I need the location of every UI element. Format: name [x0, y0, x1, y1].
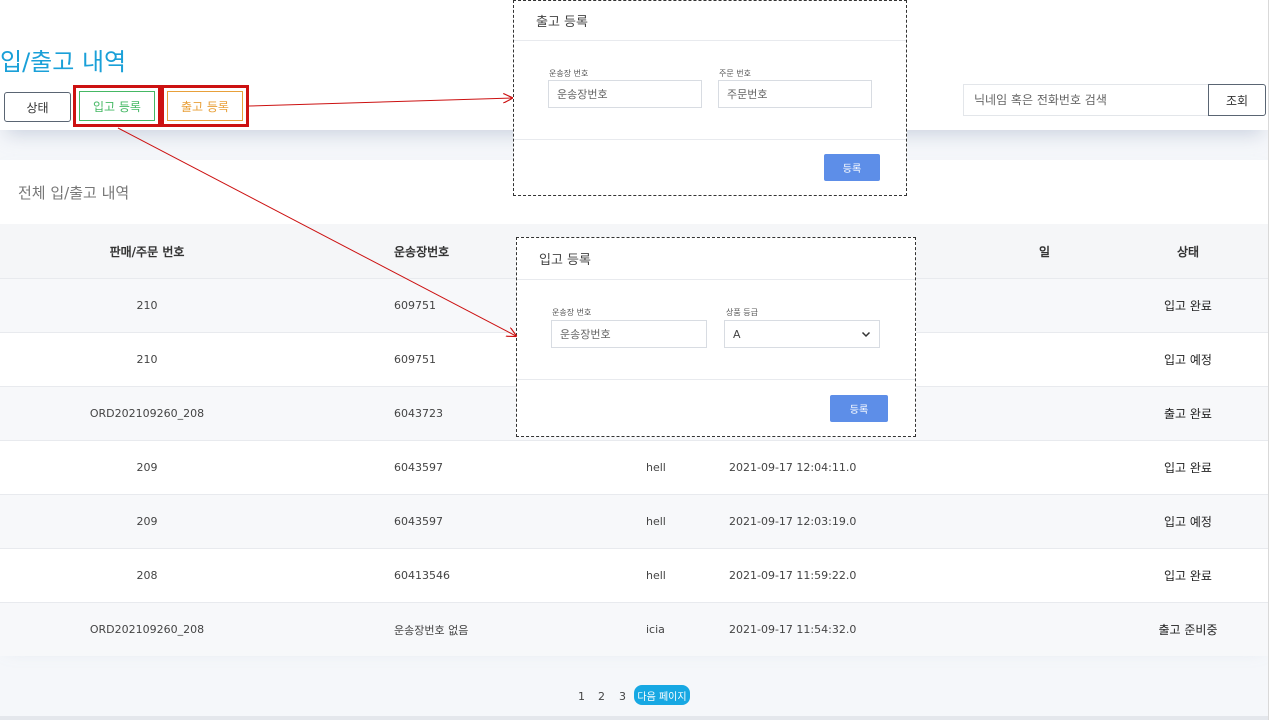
order-cell: 208 [0, 548, 294, 603]
order-cell: 209 [0, 494, 294, 549]
inbound-highlight-box [73, 85, 161, 127]
page-3-link[interactable]: 3 [619, 686, 626, 706]
inbound-modal-title: 입고 등록 [517, 238, 915, 280]
order-cell: ORD202109260_208 [0, 386, 294, 441]
table-row[interactable]: ORD202109260_208 운송장번호 없음 icia 2021-09-17 1… [0, 602, 1268, 656]
order-cell: ORD202109260_208 [0, 602, 294, 656]
table-row[interactable]: 208 60413546 hell 2021-09-17 11:59:22.0 입고 완… [0, 548, 1268, 603]
outbound-tracking-label: 운송장 번호 [549, 69, 589, 78]
user-cell: hell [558, 548, 684, 603]
tracking-cell: 운송장번호 없음 [294, 602, 558, 656]
date-cell: 2021-09-17 11:54:32.0 [684, 602, 1108, 656]
outbound-highlight-box [161, 85, 249, 127]
order-cell: 210 [0, 332, 294, 387]
chevron-down-icon [861, 331, 871, 338]
status-cell: 입고 예정 [1108, 332, 1268, 387]
tracking-cell: 60413546 [294, 548, 558, 603]
search-button[interactable]: 조회 [1208, 84, 1266, 116]
inbound-grade-label: 상품 등급 [726, 308, 758, 317]
status-cell: 출고 완료 [1108, 386, 1268, 441]
outbound-modal: 출고 등록 운송장 번호 주문 번호 등록 [513, 0, 907, 196]
page-1-link[interactable]: 1 [578, 686, 585, 706]
bottom-divider [0, 716, 1268, 720]
table-row[interactable]: 209 6043597 hell 2021-09-17 12:04:11.0 입고 완료 [0, 440, 1268, 495]
user-cell: hell [558, 440, 684, 495]
page-2-link[interactable]: 2 [598, 686, 605, 706]
tracking-cell: 6043597 [294, 440, 558, 495]
inbound-tracking-label: 운송장 번호 [552, 308, 592, 317]
tracking-cell: 6043597 [294, 494, 558, 549]
order-cell: 210 [0, 278, 294, 333]
scrollbar-track[interactable] [1268, 0, 1280, 720]
inbound-grade-select[interactable]: A [724, 320, 880, 348]
inbound-modal: 입고 등록 운송장 번호 상품 등급 A 등록 [516, 237, 916, 437]
status-cell: 입고 완료 [1108, 548, 1268, 603]
outbound-tracking-input[interactable] [548, 80, 702, 108]
inbound-submit-button[interactable]: 등록 [830, 395, 888, 422]
date-cell: 2021-09-17 11:59:22.0 [684, 548, 1108, 603]
next-page-button[interactable]: 다음 페이지 [634, 685, 690, 705]
outbound-order-label: 주문 번호 [719, 69, 751, 78]
list-title: 전체 입/출고 내역 [18, 184, 130, 202]
date-cell: 2021-09-17 12:04:11.0 [684, 440, 1108, 495]
outbound-submit-button[interactable]: 등록 [824, 154, 880, 181]
status-cell: 입고 완료 [1108, 440, 1268, 495]
order-cell: 209 [0, 440, 294, 495]
outbound-order-input[interactable] [718, 80, 872, 108]
status-button[interactable]: 상태 [4, 92, 71, 122]
date-cell: 2021-09-17 12:03:19.0 [684, 494, 1108, 549]
col-order-number: 판매/주문 번호 [0, 224, 294, 279]
user-cell: icia [558, 602, 684, 656]
status-cell: 입고 완료 [1108, 278, 1268, 333]
user-cell: hell [558, 494, 684, 549]
page-title: 입/출고 내역 [0, 48, 127, 76]
search-input[interactable] [963, 84, 1208, 116]
inbound-grade-value: A [733, 327, 741, 341]
status-cell: 출고 준비중 [1108, 602, 1268, 656]
col-status: 상태 [1108, 224, 1268, 279]
table-row[interactable]: 209 6043597 hell 2021-09-17 12:03:19.0 입고 예정 [0, 494, 1268, 549]
outbound-modal-title: 출고 등록 [514, 1, 906, 41]
status-cell: 입고 예정 [1108, 494, 1268, 549]
inbound-tracking-input[interactable] [551, 320, 707, 348]
